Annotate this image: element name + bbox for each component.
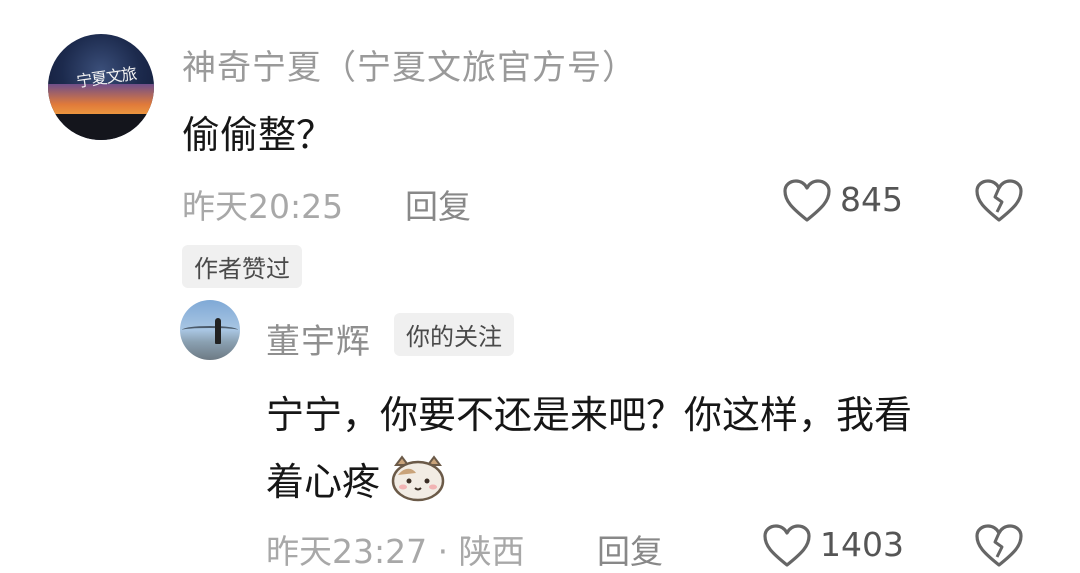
heart-outline-icon [763,524,811,567]
reply-text-line1: 宁宁，你要不还是来吧？你这样，我看 [266,393,913,437]
like-button[interactable] [782,178,832,224]
avatar-bridge [182,326,238,334]
cat-emoji-icon [390,454,446,503]
follow-badge: 你的关注 [394,313,514,356]
reply-like-count: 1403 [820,525,904,564]
avatar-ground [48,114,154,140]
reply-time-location: 昨天23:27 · 陕西 [266,532,525,571]
reply-reply-button[interactable]: 回复 [597,525,663,573]
reply-avatar[interactable] [180,300,240,360]
broken-heart-icon [975,179,1023,222]
username[interactable]: 神奇宁夏（宁夏文旅官方号） [182,40,637,89]
reply-text-line2: 着心疼 [266,460,381,504]
avatar[interactable]: 宁夏文旅 [48,34,154,140]
reply-username[interactable]: 董宇辉 [266,314,371,363]
author-liked-badge: 作者赞过 [182,245,302,288]
reply-dislike-button[interactable] [974,523,1024,569]
avatar-sunset [48,84,154,118]
heart-outline-icon [783,179,831,222]
avatar-person [215,318,221,344]
like-count: 845 [840,180,903,219]
comment-time: 昨天20:25 [182,187,344,226]
comment-text: 偷偷整？ [182,113,335,157]
broken-heart-icon [975,524,1023,567]
dislike-button[interactable] [974,178,1024,224]
reply-like-button[interactable] [762,523,812,569]
reply-button[interactable]: 回复 [405,180,471,228]
